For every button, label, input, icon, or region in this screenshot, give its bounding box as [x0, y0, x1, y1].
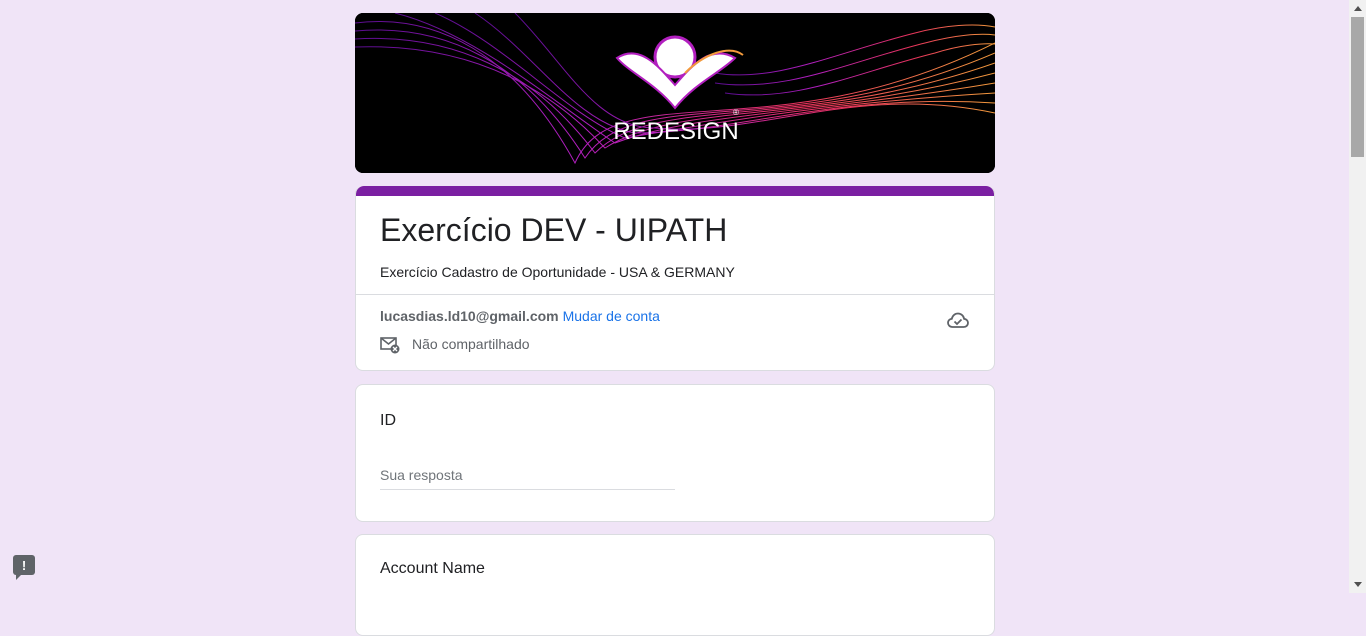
scroll-up-arrow-icon[interactable] — [1349, 0, 1366, 17]
share-status-text: Não compartilhado — [412, 336, 530, 352]
divider — [356, 294, 994, 295]
form-header-card: Exercício DEV - UIPATH Exercício Cadastr… — [355, 186, 995, 371]
form-description: Exercício Cadastro de Oportunidade - USA… — [380, 264, 735, 280]
header-banner: REDESIGN ® — [355, 13, 995, 173]
question-label: ID — [380, 412, 396, 429]
mail-not-shared-icon — [380, 337, 400, 354]
account-email: lucasdias.ld10@gmail.com — [380, 308, 559, 324]
accent-bar — [356, 186, 994, 196]
logo-text: REDESIGN — [613, 118, 738, 145]
answer-input-id[interactable] — [380, 461, 675, 490]
share-status: Não compartilhado — [380, 334, 530, 354]
report-feedback-icon[interactable]: ! — [13, 555, 35, 580]
form-title: Exercício DEV - UIPATH — [380, 212, 728, 248]
svg-text:®: ® — [733, 108, 739, 117]
scrollbar-thumb[interactable] — [1351, 17, 1364, 157]
cloud-check-icon[interactable] — [946, 308, 970, 332]
banner-image: REDESIGN ® — [355, 13, 995, 173]
question-card-account-name: Account Name — [355, 534, 995, 636]
question-label: Account Name — [380, 560, 485, 577]
switch-account-link[interactable]: Mudar de conta — [563, 308, 660, 324]
question-card-id: ID — [355, 384, 995, 522]
scroll-down-arrow-icon[interactable] — [1349, 576, 1366, 593]
scrollbar[interactable] — [1349, 0, 1366, 593]
account-info: lucasdias.ld10@gmail.com Mudar de conta — [380, 306, 660, 326]
